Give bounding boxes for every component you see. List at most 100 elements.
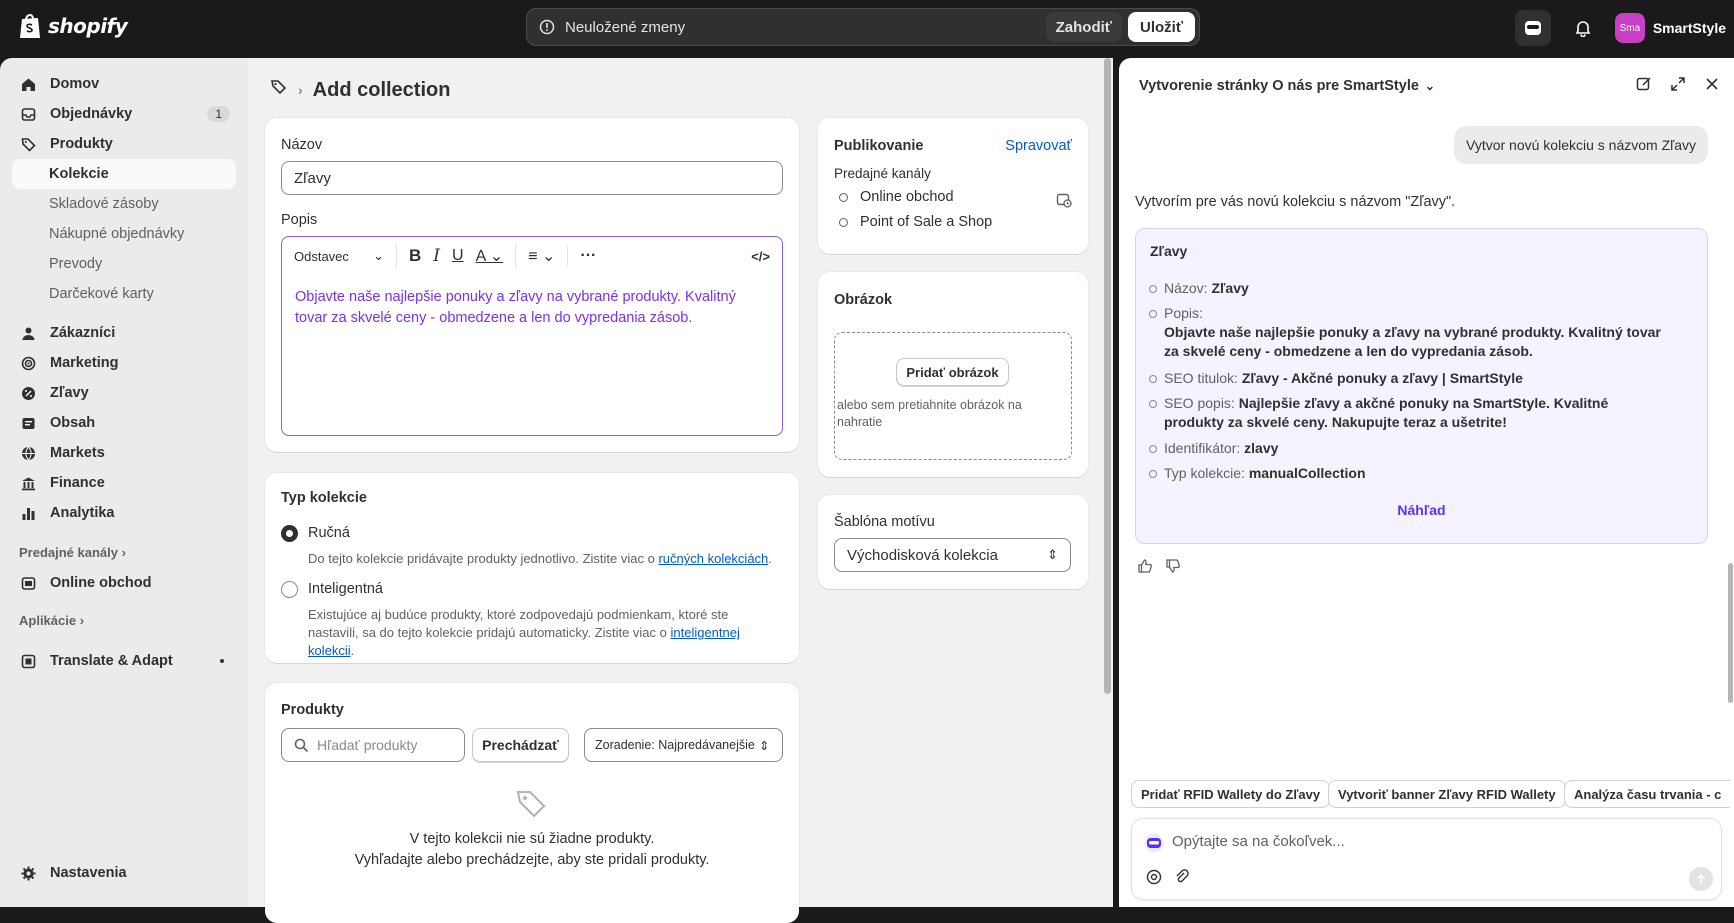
unsaved-text: Neuložené zmeny bbox=[565, 18, 686, 36]
publishing-card: Publikovanie Spravovať Predajné kanály O… bbox=[818, 118, 1088, 254]
chevron-right-icon: › bbox=[79, 613, 85, 628]
template-select[interactable]: Východisková kolekcia ⇕ bbox=[834, 538, 1071, 572]
sidebar-item-orders[interactable]: Objednávky 1 bbox=[12, 99, 236, 129]
tag-icon bbox=[20, 136, 36, 152]
shopify-logo[interactable]: shopify bbox=[18, 12, 128, 40]
store-avatar: Sma bbox=[1614, 13, 1645, 43]
sidebar-item-purchase-orders[interactable]: Nákupné objednávky bbox=[12, 219, 236, 249]
notifications-button[interactable] bbox=[1565, 10, 1601, 46]
sidekick-button[interactable] bbox=[1514, 10, 1551, 46]
sidebar-item-label: Nastavenia bbox=[50, 865, 127, 881]
store-menu[interactable]: Sma SmartStyle bbox=[1614, 13, 1726, 43]
orders-icon bbox=[20, 106, 36, 122]
expand-icon[interactable] bbox=[1670, 76, 1686, 92]
new-chat-icon[interactable] bbox=[1636, 76, 1652, 92]
calendar-clock-icon[interactable] bbox=[1056, 192, 1072, 208]
sidebar-item-markets[interactable]: Markets bbox=[12, 438, 236, 468]
collections-tag-icon[interactable] bbox=[270, 78, 288, 102]
conversation-title[interactable]: Vytvorenie stránky O nás pre SmartStyle ⌄ bbox=[1139, 78, 1435, 94]
manual-radio[interactable] bbox=[281, 525, 298, 542]
sidebar-item-inventory[interactable]: Skladové zásoby bbox=[12, 189, 236, 219]
channel-online-store: Online obchod bbox=[839, 189, 954, 205]
home-icon bbox=[20, 76, 36, 92]
sidebar-item-collections[interactable]: Kolekcie bbox=[12, 159, 236, 189]
gear-icon bbox=[20, 865, 36, 881]
globe-icon bbox=[20, 445, 36, 461]
description-text[interactable]: Objavte naše najlepšie ponuky a zľavy na… bbox=[295, 287, 770, 329]
sidebar-item-discounts[interactable]: Zľavy bbox=[12, 378, 236, 408]
suggestion-chip[interactable]: Analýza času trvania - c bbox=[1564, 780, 1730, 808]
thumbs-down-icon[interactable] bbox=[1165, 558, 1181, 574]
ask-input[interactable]: Opýtajte sa na čokoľvek... bbox=[1131, 818, 1722, 900]
suggestion-chip[interactable]: Pridať RFID Wallety do Zľavy bbox=[1131, 780, 1331, 808]
sidebar-item-finance[interactable]: Finance bbox=[12, 468, 236, 498]
sidebar-item-analytics[interactable]: Analytika bbox=[12, 498, 236, 528]
preview-card-title: Zľavy bbox=[1150, 243, 1188, 259]
detail-key: Identifikátor: bbox=[1164, 440, 1245, 456]
detail-seo-description: SEO popis: Najlepšie zľavy a akčné ponuk… bbox=[1149, 394, 1644, 432]
add-image-button[interactable]: Pridať obrázok bbox=[896, 358, 1009, 386]
manage-link[interactable]: Spravovať bbox=[1005, 138, 1072, 154]
preview-button[interactable]: Náhľad bbox=[1136, 502, 1707, 518]
save-button[interactable]: Uložiť bbox=[1127, 12, 1195, 42]
manual-collections-link[interactable]: ručných kolekciách bbox=[658, 551, 768, 566]
description-editor[interactable]: Odstavec ⌄ B I U A ⌄ ≡ ⌄ ··· </> Objavte … bbox=[281, 236, 783, 436]
underline-icon[interactable]: U bbox=[452, 247, 464, 265]
sales-channels-label: Predajné kanály bbox=[834, 166, 931, 181]
sidebar-item-marketing[interactable]: Marketing bbox=[12, 348, 236, 378]
sort-select[interactable]: Zoradenie: Najpredávanejšie ⇕ bbox=[584, 728, 783, 762]
sidebar-item-translate-adapt[interactable]: Translate & Adapt bbox=[12, 646, 236, 676]
sidebar-item-online-store[interactable]: Online obchod bbox=[12, 568, 236, 598]
brand-name: shopify bbox=[48, 14, 128, 38]
detail-name: Názov: Zľavy bbox=[1149, 279, 1249, 298]
detail-description: Popis: Objavte naše najlepšie ponuky a zľ… bbox=[1149, 304, 1664, 361]
italic-icon[interactable]: I bbox=[433, 246, 440, 266]
paragraph-format-select[interactable]: Odstavec ⌄ bbox=[294, 248, 384, 264]
sidebar-item-home[interactable]: Domov bbox=[12, 69, 236, 99]
unsaved-changes-bar: Neuložené zmeny Zahodiť Uložiť bbox=[526, 8, 1200, 46]
toolbar-divider bbox=[567, 245, 569, 267]
template-title: Šablóna motívu bbox=[834, 514, 935, 530]
sidebar-item-customers[interactable]: Zákazníci bbox=[12, 318, 236, 348]
suggestion-chip[interactable]: Vytvoriť banner Zľavy RFID Wallety bbox=[1328, 780, 1566, 808]
product-search-input[interactable]: Hľadať produkty bbox=[281, 728, 465, 762]
sidebar-item-products[interactable]: Produkty bbox=[12, 129, 236, 159]
search-placeholder: Hľadať produkty bbox=[317, 737, 418, 753]
code-icon[interactable]: </> bbox=[751, 249, 770, 264]
chevron-down-icon: ⌄ bbox=[373, 248, 384, 263]
sidebar-item-label: Translate & Adapt bbox=[50, 653, 173, 669]
editor-toolbar: Odstavec ⌄ B I U A ⌄ ≡ ⌄ ··· </> bbox=[282, 237, 782, 275]
discard-button[interactable]: Zahodiť bbox=[1045, 12, 1122, 42]
sidebar-item-settings[interactable]: Nastavenia bbox=[12, 858, 236, 888]
main-content: › Add collection Názov Zľavy Popis Odsta… bbox=[248, 58, 1113, 923]
drop-hint: alebo sem pretiahnite obrázok na nahrati… bbox=[837, 398, 1022, 429]
sidebar-item-content[interactable]: Obsah bbox=[12, 408, 236, 438]
alert-circle-icon bbox=[539, 19, 555, 35]
smart-radio[interactable] bbox=[281, 581, 298, 598]
attachment-icon[interactable] bbox=[1174, 869, 1190, 885]
align-icon[interactable]: ≡ ⌄ bbox=[528, 246, 555, 266]
app-status-dot bbox=[220, 659, 224, 663]
sort-label: Zoradenie: Najpredávanejšie bbox=[595, 738, 755, 752]
smart-help-text: Existujúce aj budúce produkty, ktoré zod… bbox=[308, 607, 729, 640]
apps-header[interactable]: Aplikácie › bbox=[19, 613, 84, 628]
main-scrollbar[interactable] bbox=[1104, 58, 1111, 694]
bold-icon[interactable]: B bbox=[409, 246, 421, 266]
sidebar-item-transfers[interactable]: Prevody bbox=[12, 249, 236, 279]
send-button[interactable] bbox=[1689, 867, 1713, 891]
bullet-icon bbox=[839, 192, 848, 202]
sidebar-item-label: Analytika bbox=[50, 505, 115, 521]
close-icon[interactable] bbox=[1704, 76, 1720, 92]
sales-channels-header[interactable]: Predajné kanály › bbox=[19, 545, 126, 560]
more-icon[interactable]: ··· bbox=[580, 247, 596, 265]
manual-help: Do tejto kolekcie pridávajte produkty je… bbox=[308, 551, 772, 566]
panel-scrollbar[interactable] bbox=[1728, 563, 1733, 703]
target-icon bbox=[20, 355, 36, 371]
name-input[interactable]: Zľavy bbox=[281, 161, 783, 195]
thumbs-up-icon[interactable] bbox=[1137, 558, 1153, 574]
image-dropzone[interactable]: Pridať obrázok alebo sem pretiahnite obr… bbox=[834, 332, 1072, 460]
text-color-icon[interactable]: A ⌄ bbox=[476, 246, 504, 266]
browse-button[interactable]: Prechádzať bbox=[472, 728, 569, 762]
mention-icon[interactable] bbox=[1146, 869, 1162, 885]
sidebar-item-gift-cards[interactable]: Darčekové karty bbox=[12, 279, 236, 309]
